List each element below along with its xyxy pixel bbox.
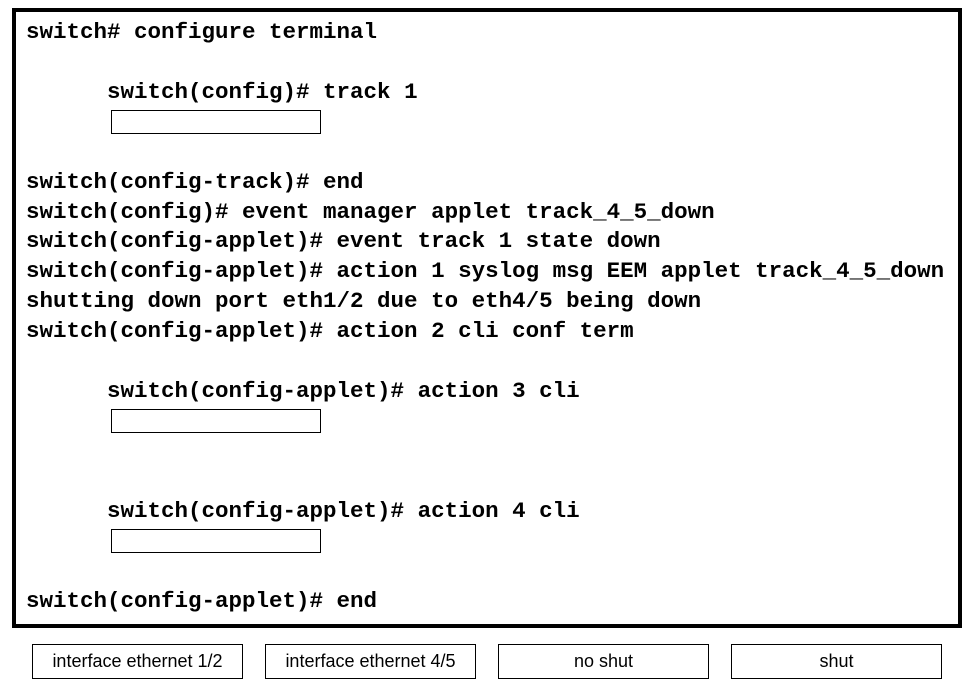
cli-line-10-text: switch(config-applet)# action 4 cli	[107, 498, 580, 524]
cli-line-3: switch(config-track)# end	[26, 168, 948, 198]
drop-target-3[interactable]	[111, 529, 321, 553]
cli-line-6: switch(config-applet)# event track 1 sta…	[26, 227, 948, 257]
choice-no-shut[interactable]: no shut	[498, 644, 709, 679]
cli-line-7: switch(config-applet)# action 1 syslog m…	[26, 257, 948, 317]
drop-target-1[interactable]	[111, 110, 321, 134]
cli-line-2: switch(config)# track 1	[26, 48, 948, 168]
cli-line-11: switch(config-applet)# end	[26, 587, 948, 617]
terminal-block: switch# configure terminal switch(config…	[12, 8, 962, 628]
cli-line-10: switch(config-applet)# action 4 cli	[26, 467, 948, 587]
answer-choices-row: interface ethernet 1/2 interface etherne…	[12, 628, 962, 679]
choice-shut[interactable]: shut	[731, 644, 942, 679]
cli-line-9-text: switch(config-applet)# action 3 cli	[107, 378, 580, 404]
choice-interface-ethernet-4-5[interactable]: interface ethernet 4/5	[265, 644, 476, 679]
choice-interface-ethernet-1-2[interactable]: interface ethernet 1/2	[32, 644, 243, 679]
cli-line-9: switch(config-applet)# action 3 cli	[26, 347, 948, 467]
question-area: switch# configure terminal switch(config…	[0, 0, 974, 679]
cli-line-5: switch(config)# event manager applet tra…	[26, 198, 948, 228]
cli-line-8: switch(config-applet)# action 2 cli conf…	[26, 317, 948, 347]
drop-target-2[interactable]	[111, 409, 321, 433]
cli-line-1: switch# configure terminal	[26, 18, 948, 48]
cli-line-2-text: switch(config)# track 1	[107, 79, 418, 105]
